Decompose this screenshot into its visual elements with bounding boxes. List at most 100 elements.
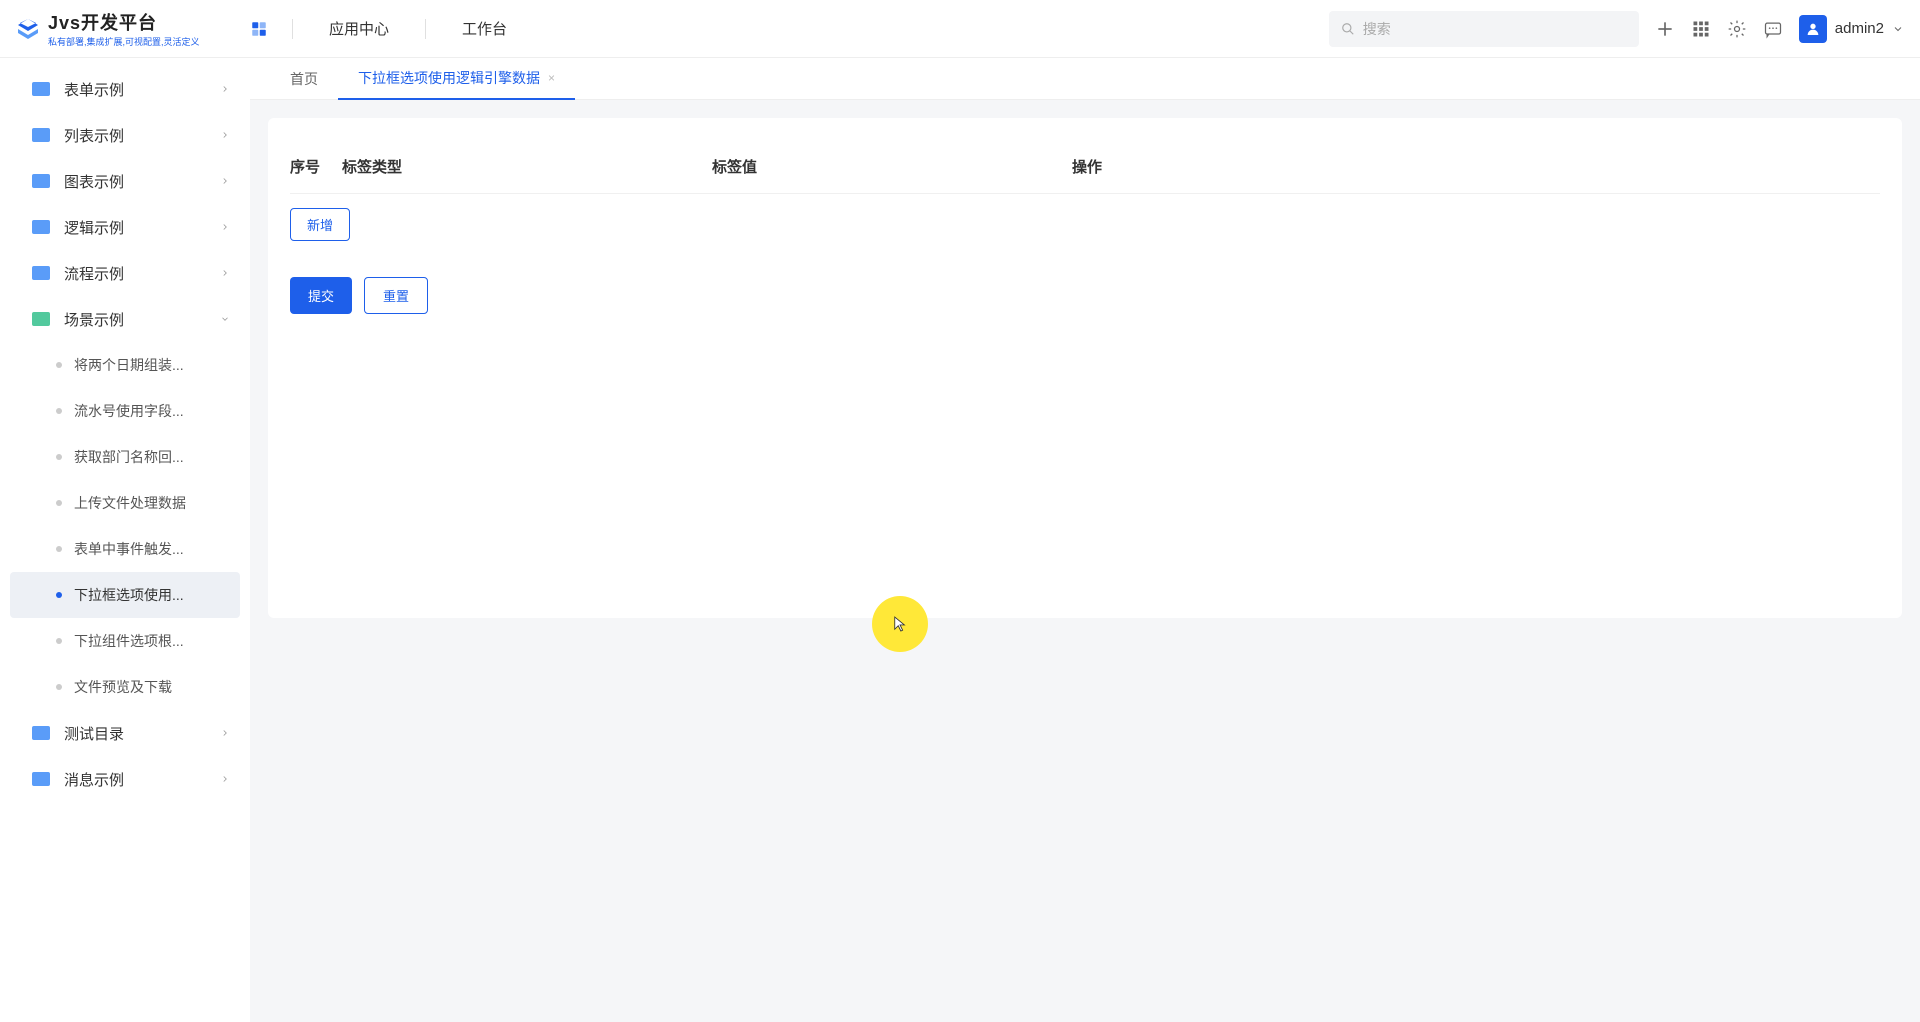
add-icon[interactable] xyxy=(1655,19,1675,39)
panel: 序号 标签类型 标签值 操作 新增 提交 重置 xyxy=(268,118,1902,618)
folder-icon xyxy=(32,266,50,280)
sidebar-subitem[interactable]: 将两个日期组装... xyxy=(0,342,250,388)
header-right: admin2 xyxy=(1329,11,1904,47)
sidebar-item[interactable]: 列表示例 xyxy=(0,112,250,158)
nav-workspace[interactable]: 工作台 xyxy=(450,18,519,39)
sidebar-item-label: 图表示例 xyxy=(64,171,124,192)
user-name: admin2 xyxy=(1835,20,1884,37)
dot-icon xyxy=(56,454,62,460)
sidebar-item[interactable]: 表单示例 xyxy=(0,66,250,112)
tab[interactable]: 下拉框选项使用逻辑引擎数据 × xyxy=(338,58,575,100)
folder-icon xyxy=(32,174,50,188)
chevron-right-icon xyxy=(220,84,230,94)
sidebar-subitem[interactable]: 上传文件处理数据 xyxy=(0,480,250,526)
sidebar-item[interactable]: 场景示例 xyxy=(0,296,250,342)
nav-divider xyxy=(425,19,426,39)
sidebar-item[interactable]: 图表示例 xyxy=(0,158,250,204)
dot-icon xyxy=(56,408,62,414)
folder-icon xyxy=(32,128,50,142)
dot-icon xyxy=(56,546,62,552)
folder-icon xyxy=(32,220,50,234)
logo-title: Jvs开发平台 xyxy=(48,9,200,35)
app-header: Jvs开发平台 私有部署,集成扩展,可视配置,灵活定义 应用中心 工作台 xyxy=(0,0,1920,58)
main-container: 表单示例列表示例图表示例逻辑示例流程示例场景示例将两个日期组装... 流水号使用字… xyxy=(0,58,1920,1022)
gear-icon[interactable] xyxy=(1727,19,1747,39)
close-icon[interactable]: × xyxy=(548,71,555,85)
tab-label: 下拉框选项使用逻辑引擎数据 xyxy=(358,68,540,88)
chevron-right-icon xyxy=(220,774,230,784)
chevron-down-icon xyxy=(220,314,230,324)
tabs-bar: 首页 下拉框选项使用逻辑引擎数据 × xyxy=(250,58,1920,100)
th-action: 操作 xyxy=(1072,156,1880,177)
search-icon xyxy=(1341,22,1355,36)
action-row: 提交 重置 xyxy=(290,277,1880,314)
add-button[interactable]: 新增 xyxy=(290,208,350,241)
th-type: 标签类型 xyxy=(342,156,712,177)
logo-icon xyxy=(16,17,40,41)
sidebar-subitem-label: 上传文件处理数据 xyxy=(74,493,186,513)
sidebar-subitem[interactable]: 下拉组件选项根... xyxy=(0,618,250,664)
dot-icon xyxy=(56,684,62,690)
sidebar-subitem-label: 获取部门名称回... xyxy=(74,447,184,467)
sidebar-item[interactable]: 流程示例 xyxy=(0,250,250,296)
logo-section: Jvs开发平台 私有部署,集成扩展,可视配置,灵活定义 xyxy=(16,9,250,48)
sidebar-subitem-label: 下拉组件选项根... xyxy=(74,631,184,651)
message-icon[interactable] xyxy=(1763,19,1783,39)
sidebar-subitem[interactable]: 表单中事件触发... xyxy=(0,526,250,572)
sidebar-subitem-label: 将两个日期组装... xyxy=(74,355,184,375)
th-index: 序号 xyxy=(290,156,342,177)
chevron-down-icon xyxy=(1892,23,1904,35)
sidebar-subitem[interactable]: 文件预览及下载 xyxy=(0,664,250,710)
folder-icon xyxy=(32,772,50,786)
reset-button[interactable]: 重置 xyxy=(364,277,428,314)
sidebar-item-label: 场景示例 xyxy=(64,309,124,330)
sidebar-subitem[interactable]: 下拉框选项使用... xyxy=(10,572,240,618)
sidebar-item-label: 测试目录 xyxy=(64,723,124,744)
sidebar: 表单示例列表示例图表示例逻辑示例流程示例场景示例将两个日期组装... 流水号使用字… xyxy=(0,58,250,1022)
tab[interactable]: 首页 xyxy=(270,58,338,100)
content-area: 序号 标签类型 标签值 操作 新增 提交 重置 xyxy=(250,100,1920,1022)
main-area: 首页 下拉框选项使用逻辑引擎数据 × 序号 标签类型 标签值 操作 新增 提交 重置 xyxy=(250,58,1920,1022)
logo-text: Jvs开发平台 私有部署,集成扩展,可视配置,灵活定义 xyxy=(48,9,200,48)
grid-icon[interactable] xyxy=(1691,19,1711,39)
chevron-right-icon xyxy=(220,268,230,278)
dot-icon xyxy=(56,362,62,368)
apps-grid-icon[interactable] xyxy=(250,20,268,38)
header-nav: 应用中心 工作台 xyxy=(250,18,519,39)
cursor-icon xyxy=(893,615,907,633)
sidebar-item-label: 消息示例 xyxy=(64,769,124,790)
sidebar-item[interactable]: 测试目录 xyxy=(0,710,250,756)
chevron-right-icon xyxy=(220,728,230,738)
sidebar-item-label: 表单示例 xyxy=(64,79,124,100)
folder-icon xyxy=(32,82,50,96)
cursor-highlight xyxy=(872,596,928,652)
dot-icon xyxy=(56,638,62,644)
sidebar-item[interactable]: 逻辑示例 xyxy=(0,204,250,250)
sidebar-item-label: 逻辑示例 xyxy=(64,217,124,238)
search-box[interactable] xyxy=(1329,11,1639,47)
user-menu[interactable]: admin2 xyxy=(1799,15,1904,43)
sidebar-item-label: 列表示例 xyxy=(64,125,124,146)
sidebar-item[interactable]: 消息示例 xyxy=(0,756,250,802)
sidebar-subitem-label: 文件预览及下载 xyxy=(74,677,172,697)
table-header: 序号 标签类型 标签值 操作 xyxy=(290,148,1880,185)
submit-button[interactable]: 提交 xyxy=(290,277,352,314)
sidebar-subitem-label: 下拉框选项使用... xyxy=(74,585,184,605)
search-input[interactable] xyxy=(1363,21,1627,37)
sidebar-subitem[interactable]: 流水号使用字段... xyxy=(0,388,250,434)
logo-subtitle: 私有部署,集成扩展,可视配置,灵活定义 xyxy=(48,35,200,48)
folder-icon xyxy=(32,312,50,326)
sidebar-item-label: 流程示例 xyxy=(64,263,124,284)
user-avatar-icon xyxy=(1799,15,1827,43)
table-divider xyxy=(290,193,1880,194)
tab-label: 首页 xyxy=(290,69,318,89)
sidebar-subitem-label: 流水号使用字段... xyxy=(74,401,184,421)
nav-divider xyxy=(292,19,293,39)
dot-icon xyxy=(56,592,62,598)
sidebar-subitem[interactable]: 获取部门名称回... xyxy=(0,434,250,480)
nav-app-center[interactable]: 应用中心 xyxy=(317,18,401,39)
chevron-right-icon xyxy=(220,222,230,232)
chevron-right-icon xyxy=(220,176,230,186)
folder-icon xyxy=(32,726,50,740)
th-value: 标签值 xyxy=(712,156,1072,177)
